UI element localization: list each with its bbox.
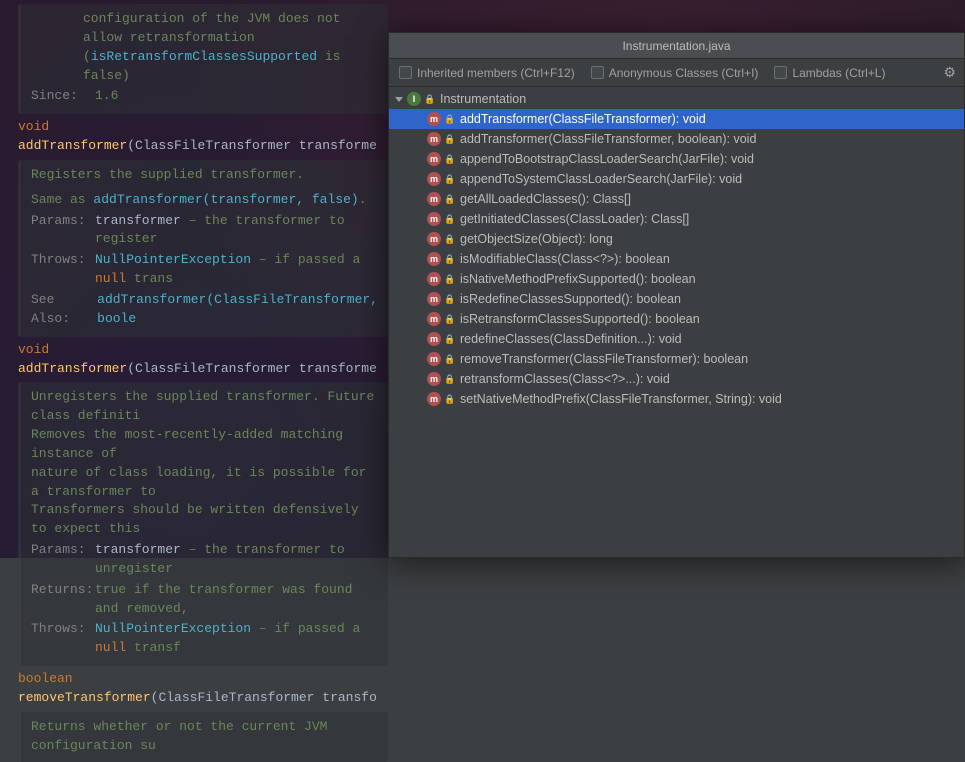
popup-title: Instrumentation.java <box>389 33 964 59</box>
lock-icon: 🔒 <box>444 294 454 304</box>
gear-icon[interactable]: ⚙ <box>943 64 956 81</box>
method-label: appendToBootstrapClassLoaderSearch(JarFi… <box>460 152 754 166</box>
javadoc-block: Registers the supplied transformer. Same… <box>18 160 388 337</box>
structure-tree: I 🔒 Instrumentation m🔒addTransformer(Cla… <box>389 87 964 411</box>
method-icon: m <box>427 232 441 246</box>
lock-icon: 🔒 <box>444 154 454 164</box>
tree-method-item[interactable]: m🔒 removeTransformer(ClassFileTransformer… <box>389 349 964 369</box>
lambdas-checkbox[interactable]: Lambdas (Ctrl+L) <box>774 66 885 80</box>
tree-method-item[interactable]: m🔒 redefineClasses(ClassDefinition...): v… <box>389 329 964 349</box>
method-icon: m <box>427 252 441 266</box>
method-signature: boolean removeTransformer(ClassFileTrans… <box>18 670 388 708</box>
lock-icon: 🔒 <box>444 234 454 244</box>
tree-method-item[interactable]: m🔒 isNativeMethodPrefixSupported(): boole… <box>389 269 964 289</box>
method-label: setNativeMethodPrefix(ClassFileTransform… <box>460 392 782 406</box>
method-icon: m <box>427 392 441 406</box>
method-label: getInitiatedClasses(ClassLoader): Class[… <box>460 212 689 226</box>
tree-method-item[interactable]: m🔒 getAllLoadedClasses(): Class[] <box>389 189 964 209</box>
lock-icon: 🔒 <box>424 94 434 104</box>
checkbox-icon <box>591 66 604 79</box>
tree-method-item[interactable]: m🔒 appendToBootstrapClassLoaderSearch(Jar… <box>389 149 964 169</box>
method-icon: m <box>427 112 441 126</box>
lock-icon: 🔒 <box>444 394 454 404</box>
lock-icon: 🔒 <box>444 134 454 144</box>
since-label: Since: <box>31 87 89 106</box>
lock-icon: 🔒 <box>444 354 454 364</box>
file-structure-popup: Instrumentation.java Inherited members (… <box>388 32 965 558</box>
method-label: appendToSystemClassLoaderSearch(JarFile)… <box>460 172 742 186</box>
method-label: addTransformer(ClassFileTransformer, boo… <box>460 132 756 146</box>
javadoc-title: Registers the supplied transformer. <box>31 166 378 185</box>
method-icon: m <box>427 332 441 346</box>
method-icon: m <box>427 132 441 146</box>
method-label: isRedefineClassesSupported(): boolean <box>460 292 681 306</box>
lock-icon: 🔒 <box>444 314 454 324</box>
method-icon: m <box>427 312 441 326</box>
javadoc-truncated: Returns whether or not the current JVM c… <box>18 712 388 762</box>
lock-icon: 🔒 <box>444 274 454 284</box>
method-signature: void addTransformer(ClassFileTransformer… <box>18 118 388 156</box>
method-icon: m <box>427 292 441 306</box>
popup-options-bar: Inherited members (Ctrl+F12) Anonymous C… <box>389 59 964 87</box>
lock-icon: 🔒 <box>444 214 454 224</box>
tree-method-item[interactable]: m🔒 isModifiableClass(Class<?>): boolean <box>389 249 964 269</box>
javadoc-line: configuration of the JVM does not allow … <box>31 10 378 48</box>
method-signature: void addTransformer(ClassFileTransformer… <box>18 341 388 379</box>
tree-method-item[interactable]: m🔒 addTransformer(ClassFileTransformer): … <box>389 109 964 129</box>
tree-method-item[interactable]: m🔒 isRetransformClassesSupported(): boole… <box>389 309 964 329</box>
lock-icon: 🔒 <box>444 254 454 264</box>
method-icon: m <box>427 192 441 206</box>
tree-root[interactable]: I 🔒 Instrumentation <box>389 89 964 109</box>
tree-method-item[interactable]: m🔒 appendToSystemClassLoaderSearch(JarFil… <box>389 169 964 189</box>
since-value: 1.6 <box>95 87 118 106</box>
method-icon: m <box>427 372 441 386</box>
javadoc-block: configuration of the JVM does not allow … <box>18 4 388 114</box>
interface-icon: I <box>407 92 421 106</box>
lock-icon: 🔒 <box>444 114 454 124</box>
javadoc-block: Unregisters the supplied transformer. Fu… <box>18 382 388 666</box>
tree-method-item[interactable]: m🔒 setNativeMethodPrefix(ClassFileTransfo… <box>389 389 964 409</box>
method-label: retransformClasses(Class<?>...): void <box>460 372 670 386</box>
inherited-members-checkbox[interactable]: Inherited members (Ctrl+F12) <box>399 66 575 80</box>
method-label: addTransformer(ClassFileTransformer): vo… <box>460 112 706 126</box>
lock-icon: 🔒 <box>444 334 454 344</box>
lock-icon: 🔒 <box>444 174 454 184</box>
tree-method-item[interactable]: m🔒 addTransformer(ClassFileTransformer, b… <box>389 129 964 149</box>
tree-method-item[interactable]: m🔒 isRedefineClassesSupported(): boolean <box>389 289 964 309</box>
tree-method-item[interactable]: m🔒 retransformClasses(Class<?>...): void <box>389 369 964 389</box>
method-icon: m <box>427 352 441 366</box>
method-icon: m <box>427 272 441 286</box>
method-label: isModifiableClass(Class<?>): boolean <box>460 252 670 266</box>
method-label: removeTransformer(ClassFileTransformer):… <box>460 352 748 366</box>
lock-icon: 🔒 <box>444 374 454 384</box>
tree-method-item[interactable]: m🔒 getInitiatedClasses(ClassLoader): Clas… <box>389 209 964 229</box>
anonymous-classes-checkbox[interactable]: Anonymous Classes (Ctrl+I) <box>591 66 759 80</box>
method-icon: m <box>427 212 441 226</box>
method-icon: m <box>427 152 441 166</box>
javadoc-line: (isRetransformClassesSupported is false) <box>31 48 378 86</box>
method-icon: m <box>427 172 441 186</box>
method-label: getAllLoadedClasses(): Class[] <box>460 192 631 206</box>
method-label: getObjectSize(Object): long <box>460 232 613 246</box>
checkbox-icon <box>774 66 787 79</box>
lock-icon: 🔒 <box>444 194 454 204</box>
method-label: isRetransformClassesSupported(): boolean <box>460 312 700 326</box>
expand-icon[interactable] <box>395 97 403 102</box>
editor-javadoc-pane: configuration of the JVM does not allow … <box>18 0 388 558</box>
checkbox-icon <box>399 66 412 79</box>
tree-method-item[interactable]: m🔒 getObjectSize(Object): long <box>389 229 964 249</box>
method-label: redefineClasses(ClassDefinition...): voi… <box>460 332 682 346</box>
tree-root-label: Instrumentation <box>440 92 526 106</box>
method-label: isNativeMethodPrefixSupported(): boolean <box>460 272 696 286</box>
